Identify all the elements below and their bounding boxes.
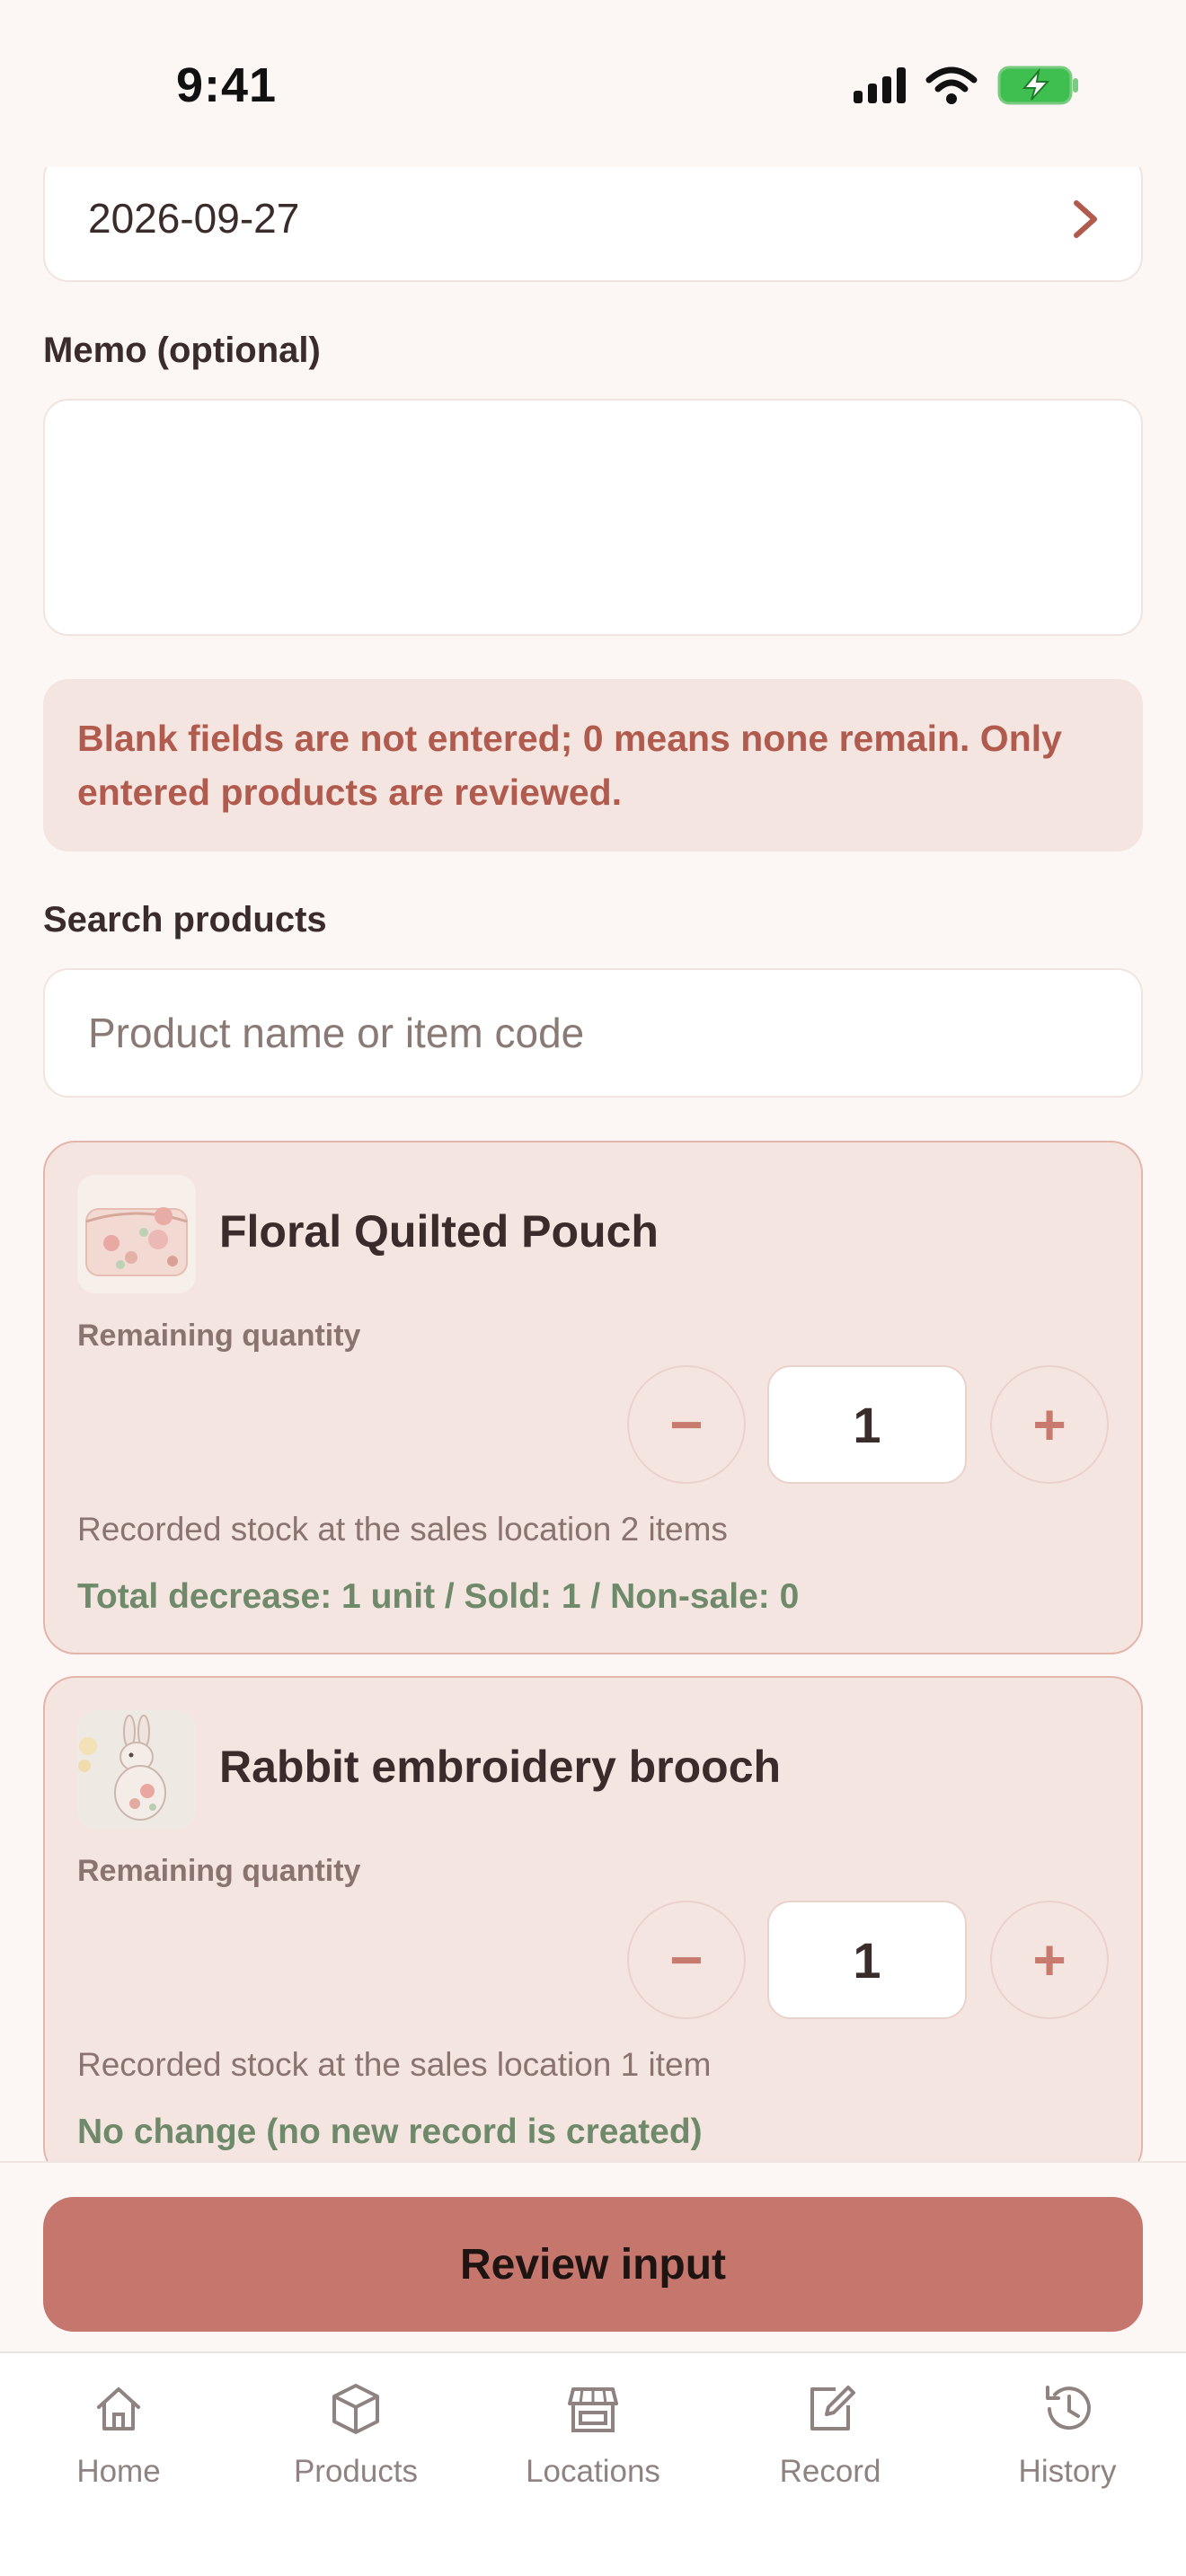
- tab-bar: Home Products Locations Record History: [0, 2351, 1186, 2576]
- product-name: Floral Quilted Pouch: [219, 1206, 659, 1257]
- change-summary-text: Total decrease: 1 unit / Sold: 1 / Non-s…: [77, 1577, 800, 1616]
- recorded-stock-text: Recorded stock at the sales location 1 i…: [77, 2046, 712, 2083]
- tab-home[interactable]: Home: [20, 2380, 217, 2524]
- history-icon: [1046, 2386, 1091, 2430]
- product-card: Floral Quilted Pouch Remaining quantity …: [43, 1141, 1143, 1654]
- status-bar: 9:41: [0, 0, 1186, 167]
- memo-label: Memo (optional): [43, 331, 321, 370]
- tab-products[interactable]: Products: [257, 2380, 455, 2524]
- quantity-stepper: − 1 +: [627, 1365, 1109, 1484]
- tab-label: Locations: [526, 2454, 660, 2489]
- remaining-quantity-label: Remaining quantity: [77, 1319, 361, 1353]
- recorded-stock-text: Recorded stock at the sales location 2 i…: [77, 1511, 728, 1548]
- status-time: 9:41: [176, 58, 278, 112]
- remaining-quantity-label: Remaining quantity: [77, 1854, 361, 1888]
- review-input-button[interactable]: Review input: [43, 2197, 1143, 2332]
- tab-history[interactable]: History: [969, 2380, 1166, 2524]
- product-name: Rabbit embroidery brooch: [219, 1742, 782, 1792]
- date-field[interactable]: 2026-09-27: [43, 153, 1143, 282]
- memo-textarea[interactable]: [43, 399, 1143, 636]
- battery-charging-icon: [997, 66, 1078, 105]
- decrement-button[interactable]: −: [627, 1901, 746, 2019]
- cellular-signal-icon: [854, 67, 906, 103]
- decrement-button[interactable]: −: [627, 1365, 746, 1484]
- tab-label: Record: [779, 2454, 881, 2489]
- search-input[interactable]: [45, 970, 1141, 1096]
- tab-label: History: [1018, 2454, 1117, 2489]
- notice-banner: Blank fields are not entered; 0 means no…: [43, 679, 1143, 851]
- quantity-input[interactable]: 1: [767, 1901, 967, 2019]
- search-label: Search products: [43, 900, 327, 940]
- wifi-icon: [925, 66, 978, 104]
- status-icons: [854, 65, 1080, 106]
- search-field-wrapper: [43, 968, 1143, 1098]
- increment-button[interactable]: +: [990, 1901, 1109, 2019]
- box-icon: [332, 2384, 379, 2434]
- home-icon: [97, 2387, 140, 2430]
- date-value: 2026-09-27: [88, 195, 300, 242]
- tab-locations[interactable]: Locations: [494, 2380, 692, 2524]
- tab-label: Products: [293, 2454, 419, 2489]
- store-icon: [568, 2387, 618, 2432]
- chevron-right-icon: [1074, 200, 1097, 238]
- change-summary-text: No change (no new record is created): [77, 2113, 703, 2151]
- edit-icon: [810, 2386, 855, 2430]
- bottom-action-bar: Review input: [0, 2161, 1186, 2351]
- product-thumbnail: [77, 1175, 196, 1293]
- tab-label: Home: [76, 2454, 161, 2489]
- product-card: Rabbit embroidery brooch Remaining quant…: [43, 1676, 1143, 2179]
- increment-button[interactable]: +: [990, 1365, 1109, 1484]
- quantity-input[interactable]: 1: [767, 1365, 967, 1484]
- quantity-stepper: − 1 +: [627, 1901, 1109, 2019]
- product-thumbnail: [77, 1710, 196, 1829]
- tab-record[interactable]: Record: [731, 2380, 929, 2524]
